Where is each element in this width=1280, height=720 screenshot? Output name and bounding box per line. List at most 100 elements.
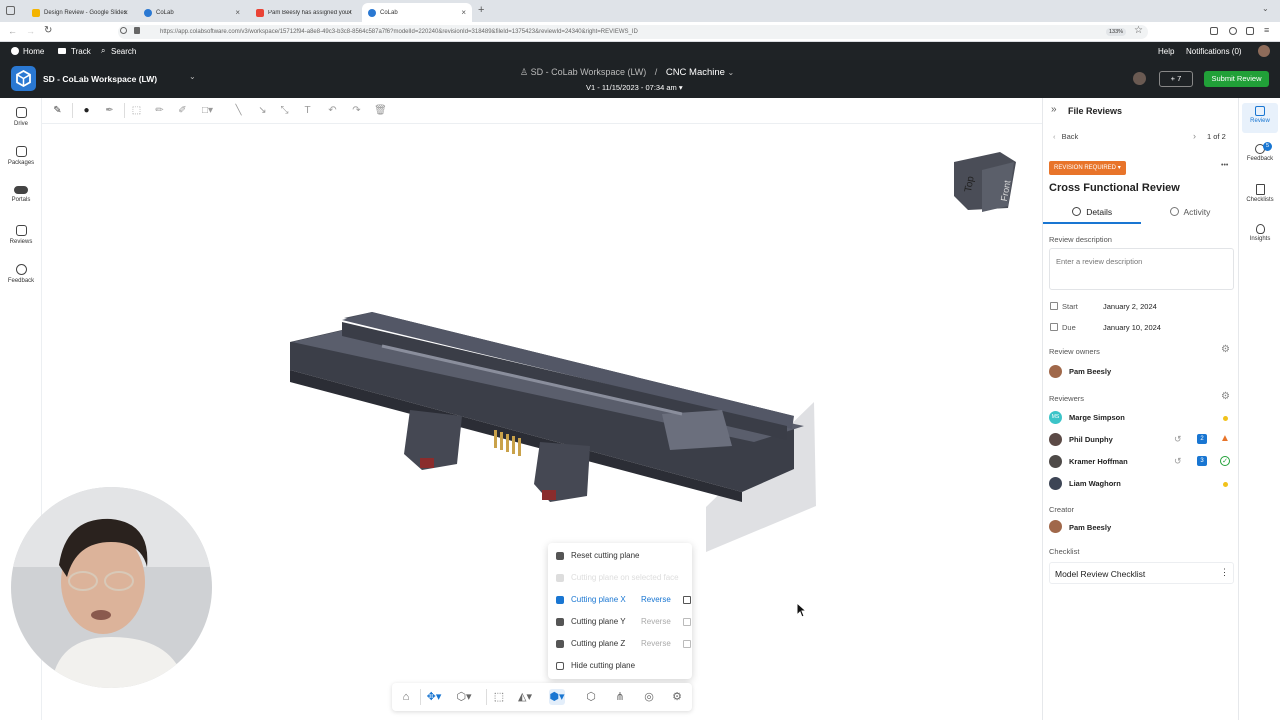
nav-home[interactable]: Home bbox=[23, 47, 44, 56]
reviewer-row[interactable]: Kramer Hoffman ↺ 3 ✓ bbox=[1043, 454, 1239, 470]
chevron-down-icon[interactable]: ⌄ bbox=[1262, 4, 1269, 13]
redo-icon[interactable]: ↷ bbox=[350, 104, 363, 117]
menu-item-cutting-plane-z[interactable]: Cutting plane Z Reverse bbox=[556, 636, 691, 652]
tab-details[interactable]: Details bbox=[1043, 202, 1141, 224]
collaborator-avatar[interactable] bbox=[1133, 72, 1146, 85]
menu-item-reset-cutting-plane[interactable]: Reset cutting plane bbox=[556, 548, 686, 564]
tab-activity[interactable]: Activity bbox=[1141, 202, 1239, 224]
settings-gear-icon[interactable]: ⚙ bbox=[1221, 344, 1230, 355]
site-info-icon[interactable] bbox=[120, 27, 127, 34]
checklist-card[interactable]: Model Review Checklist ⋮ bbox=[1049, 562, 1234, 584]
menu-item-hide-cutting-plane[interactable]: Hide cutting plane bbox=[556, 658, 686, 674]
sidebar-item-packages[interactable]: Packages bbox=[0, 146, 42, 166]
history-icon[interactable]: ↺ bbox=[1174, 456, 1182, 467]
reverse-checkbox[interactable] bbox=[683, 596, 691, 604]
user-avatar[interactable] bbox=[1258, 45, 1270, 57]
reviewer-row[interactable]: Liam Waghorn bbox=[1043, 476, 1239, 492]
due-date[interactable]: January 10, 2024 bbox=[1103, 323, 1161, 332]
settings-gear-icon[interactable]: ⚙ bbox=[1221, 391, 1230, 402]
reload-icon[interactable]: ↻ bbox=[44, 25, 52, 36]
sidebar-item-insights[interactable]: Insights bbox=[1239, 224, 1280, 242]
extension-icon[interactable] bbox=[1210, 27, 1218, 35]
reviewer-row[interactable]: MS Marge Simpson bbox=[1043, 410, 1239, 426]
close-tab-icon[interactable]: × bbox=[347, 8, 352, 17]
profile-icon[interactable] bbox=[1229, 27, 1237, 35]
close-tab-icon[interactable]: × bbox=[235, 8, 240, 17]
browser-tab-active[interactable]: CoLab × bbox=[362, 3, 472, 22]
shape-icon[interactable]: □▾ bbox=[201, 104, 214, 117]
sidebar-item-reviews[interactable]: Reviews bbox=[0, 225, 42, 245]
more-vertical-icon[interactable]: ⋮ bbox=[1220, 567, 1229, 578]
reverse-checkbox[interactable] bbox=[683, 640, 691, 648]
close-tab-icon[interactable]: × bbox=[123, 8, 128, 17]
bookmark-star-icon[interactable]: ☆ bbox=[1134, 25, 1143, 36]
forward-icon[interactable]: → bbox=[26, 26, 35, 36]
nav-help[interactable]: Help bbox=[1158, 47, 1174, 56]
cutting-plane-icon[interactable]: ⬢▾ bbox=[549, 689, 565, 705]
extension-icon[interactable] bbox=[1246, 27, 1254, 35]
invite-button[interactable]: + 7 bbox=[1159, 71, 1193, 87]
menu-icon[interactable]: ≡ bbox=[1264, 25, 1269, 35]
pin-icon[interactable]: ● bbox=[80, 104, 93, 117]
menu-item-cutting-plane-x[interactable]: Cutting plane X Reverse bbox=[556, 592, 691, 608]
status-badge[interactable]: REVISION REQUIRED ▾ bbox=[1049, 161, 1126, 175]
history-icon[interactable]: ↺ bbox=[1174, 434, 1182, 445]
home-view-icon[interactable]: ⌂ bbox=[398, 689, 414, 705]
section-box-icon[interactable]: ⬚ bbox=[491, 689, 507, 705]
description-field[interactable]: Enter a review description bbox=[1049, 248, 1234, 290]
breadcrumb-workspace[interactable]: SD - CoLab Workspace (LW) bbox=[531, 67, 647, 77]
measure-icon[interactable]: ◭▾ bbox=[517, 689, 533, 705]
more-options-icon[interactable]: ••• bbox=[1221, 162, 1228, 169]
new-tab-button[interactable]: + bbox=[478, 4, 484, 16]
tab-list-icon[interactable] bbox=[6, 6, 15, 15]
nav-track[interactable]: Track bbox=[71, 47, 91, 56]
edit-markup-icon[interactable]: ✎ bbox=[51, 104, 64, 117]
line-icon[interactable]: ╲ bbox=[232, 104, 245, 117]
chevron-down-icon[interactable]: ⌄ bbox=[189, 72, 196, 81]
nav-search[interactable]: Search bbox=[111, 47, 136, 56]
sidebar-item-drive[interactable]: Drive bbox=[0, 107, 42, 127]
address-bar[interactable]: https://app.colabsoftware.com/v3/workspa… bbox=[118, 25, 1148, 39]
browser-tab[interactable]: Pam Beesly has assigned you t × bbox=[250, 3, 358, 22]
sidebar-item-review[interactable]: Review bbox=[1242, 103, 1278, 133]
pencil-icon[interactable]: ✏ bbox=[153, 104, 166, 117]
arrow-icon[interactable]: ↘ bbox=[256, 104, 269, 117]
dimension-icon[interactable]: ⤡ bbox=[278, 104, 291, 117]
focus-icon[interactable]: ◎ bbox=[641, 689, 657, 705]
highlighter-icon[interactable]: ✐ bbox=[176, 104, 189, 117]
sidebar-item-feedback[interactable]: Feedback 5 bbox=[1239, 142, 1280, 162]
submit-review-button[interactable]: Submit Review bbox=[1204, 71, 1269, 87]
start-date[interactable]: January 2, 2024 bbox=[1103, 302, 1157, 311]
sidebar-item-feedback[interactable]: Feedback bbox=[0, 264, 42, 284]
explode-icon[interactable]: ⬡ bbox=[583, 689, 599, 705]
view-cube[interactable]: Top Front bbox=[954, 152, 1016, 212]
pen-icon[interactable]: ✒ bbox=[103, 104, 116, 117]
file-name[interactable]: CNC Machine bbox=[666, 67, 725, 78]
version-selector[interactable]: V1 - 11/15/2023 - 07:34 am ▾ bbox=[586, 83, 683, 92]
reviewer-row[interactable]: Phil Dunphy ↺ 2 ▲ bbox=[1043, 432, 1239, 448]
browser-tab[interactable]: Design Review - Google Slides × bbox=[26, 3, 134, 22]
close-tab-icon[interactable]: × bbox=[461, 8, 466, 17]
lock-icon[interactable] bbox=[134, 27, 140, 34]
reverse-checkbox[interactable] bbox=[683, 618, 691, 626]
undo-icon[interactable]: ↶ bbox=[326, 104, 339, 117]
nav-notifications[interactable]: Notifications (0) bbox=[1186, 47, 1242, 56]
back-button[interactable]: ‹ Back bbox=[1053, 132, 1078, 141]
colab-logo-icon[interactable] bbox=[11, 66, 36, 91]
text-icon[interactable]: T bbox=[301, 104, 314, 117]
next-review-icon[interactable]: › bbox=[1193, 131, 1196, 141]
collapse-panel-icon[interactable]: » bbox=[1051, 104, 1057, 115]
cube-view-icon[interactable]: ⬡▾ bbox=[456, 689, 472, 705]
model-tree-icon[interactable]: ⋔ bbox=[612, 689, 628, 705]
select-icon[interactable]: ⬚ bbox=[130, 104, 143, 117]
zoom-badge[interactable]: 133% bbox=[1106, 28, 1127, 36]
workspace-switcher[interactable]: SD - CoLab Workspace (LW) bbox=[43, 74, 157, 84]
back-icon[interactable]: ← bbox=[8, 26, 17, 36]
chevron-down-icon[interactable]: ⌄ bbox=[727, 68, 734, 77]
sidebar-item-portals[interactable]: Portals bbox=[0, 186, 42, 203]
browser-tab[interactable]: CoLab × bbox=[138, 3, 246, 22]
trash-icon[interactable]: 🗑 bbox=[374, 104, 387, 117]
sidebar-item-checklists[interactable]: Checklists bbox=[1239, 184, 1280, 203]
orbit-icon[interactable]: ✥▾ bbox=[426, 689, 442, 705]
settings-gear-icon[interactable]: ⚙ bbox=[669, 689, 685, 705]
